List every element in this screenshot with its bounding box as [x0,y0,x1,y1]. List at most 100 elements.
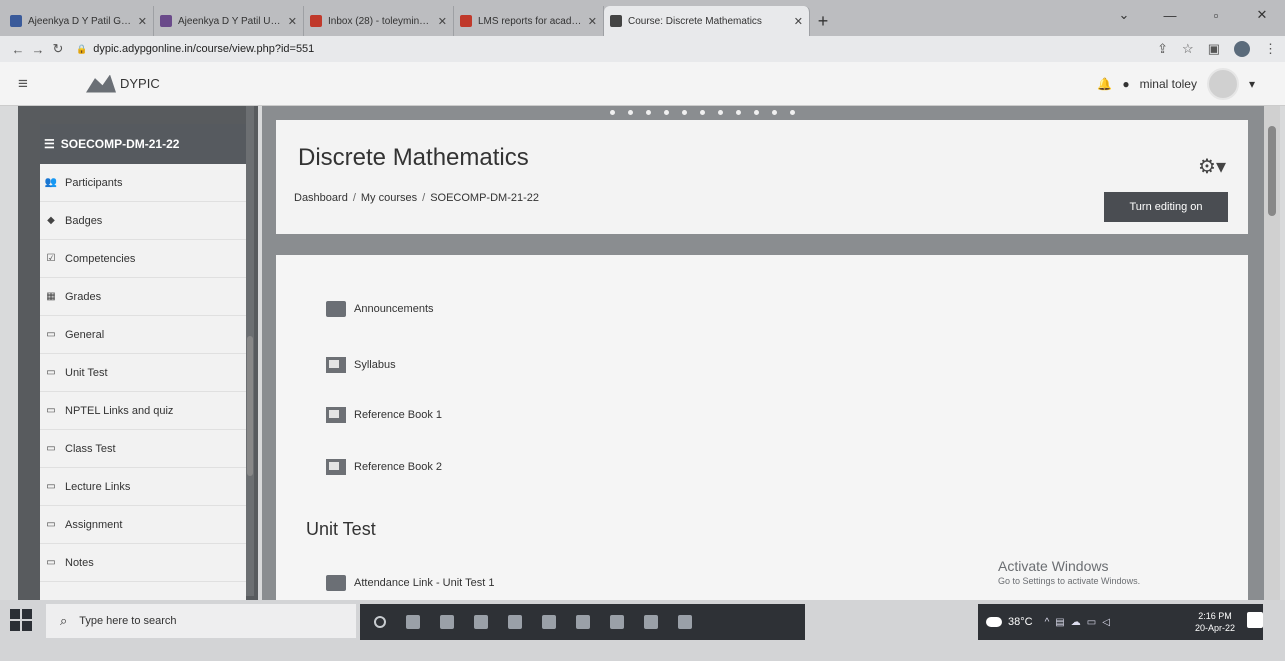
folder-icon: ▭ [46,367,56,378]
carousel-dots [610,110,795,115]
tab-favicon-icon [10,15,22,27]
folder-icon: ▭ [46,557,56,568]
breadcrumb: Dashboard / My courses / SOECOMP-DM-21-22 [294,192,539,204]
sidebar-item-badges[interactable]: ◆ Badges [40,202,246,240]
notification-center-icon[interactable] [1247,612,1263,628]
close-window-icon[interactable]: ✕ [1239,0,1285,30]
sidebar-item-assignment[interactable]: ▭ Assignment [40,506,246,544]
network-icon: ▤ [1055,616,1065,628]
sidebar-item-competencies[interactable]: ☑ Competencies [40,240,246,278]
store-icon[interactable] [508,615,522,629]
gear-icon[interactable]: ⚙▾ [1198,154,1226,179]
breadcrumb-dashboard[interactable]: Dashboard [294,192,348,204]
tray-icons[interactable]: ^ ▤ ☁ ▭ ◁ [1045,617,1110,628]
file-icon [326,459,346,475]
close-tab-icon[interactable]: ✕ [138,15,147,28]
attendance-icon [326,575,346,591]
edge-icon[interactable] [440,615,454,629]
course-content: Announcements Syllabus Reference Book 1 … [276,255,1248,600]
browser-tab[interactable]: Inbox (28) - toleyminal@gm✕ [304,6,454,36]
tab-favicon-icon [160,15,172,27]
site-logo[interactable]: DYPIC [86,74,160,93]
sidebar-item-unit-test[interactable]: ▭ Unit Test [40,354,246,392]
file-explorer-icon[interactable] [474,615,488,629]
scroll-thumb[interactable] [247,336,253,476]
back-icon[interactable]: ← [8,42,28,57]
forum-icon [326,301,346,317]
sidebar-item-notes[interactable]: ▭ Notes [40,544,246,582]
close-tab-icon[interactable]: ✕ [794,15,803,28]
sidebar-icon[interactable]: ▣ [1208,41,1220,57]
windows-start-icon[interactable] [10,609,32,631]
user-menu-caret-icon[interactable]: ▾ [1249,77,1255,91]
temperature[interactable]: 38°C [1008,616,1033,628]
drawer-course-link[interactable]: ☰ SOECOMP-DM-21-22 [40,124,246,164]
messages-icon[interactable]: ● [1122,77,1129,91]
gmail-icon [460,15,472,27]
minimize-icon[interactable]: — [1147,0,1193,30]
badge-icon: ◆ [47,215,55,226]
turn-editing-on-button[interactable]: Turn editing on [1104,192,1228,222]
sidebar-item-general[interactable]: ▭ General [40,316,246,354]
sidebar-item-nptel[interactable]: ▭ NPTEL Links and quiz [40,392,246,430]
cortana-icon[interactable] [374,616,386,628]
word-icon[interactable] [678,615,692,629]
activity-reference-book-1[interactable]: Reference Book 1 [326,407,442,423]
breadcrumb-my-courses[interactable]: My courses [361,192,417,204]
address-bar: ← → ↻ 🔒 dypic.adypgonline.in/course/view… [0,36,1285,62]
section-title: Unit Test [306,519,376,539]
moodle-favicon-icon [610,15,622,27]
taskbar-clock[interactable]: 2:16 PM 20-Apr-22 [1195,610,1235,634]
weather-icon[interactable] [986,617,1002,627]
activity-reference-book-2[interactable]: Reference Book 2 [326,459,442,475]
new-tab-button[interactable]: + [810,6,836,36]
close-tab-icon[interactable]: ✕ [588,15,597,28]
folder-icon: ▭ [46,329,56,340]
scroll-thumb[interactable] [1268,126,1276,216]
page-title: Discrete Mathematics [298,144,529,171]
activity-attendance[interactable]: Attendance Link - Unit Test 1 [326,575,494,591]
url-field[interactable]: dypic.adypgonline.in/course/view.php?id=… [93,43,314,55]
user-name[interactable]: minal toley [1140,77,1197,91]
chrome-icon[interactable] [576,615,590,629]
avatar[interactable] [1206,67,1239,100]
close-tab-icon[interactable]: ✕ [288,15,297,28]
browser-tab[interactable]: Ajeenkya D Y Patil University✕ [154,6,304,36]
profile-avatar-icon[interactable] [1234,41,1250,57]
chevron-up-icon: ^ [1044,616,1050,628]
page-header: Discrete Mathematics Dashboard / My course… [276,120,1248,234]
mail-icon[interactable] [542,615,556,629]
close-tab-icon[interactable]: ✕ [438,15,447,28]
taskbar-search[interactable]: ⌕ Type here to search [46,604,356,638]
reload-icon[interactable]: ↻ [48,41,68,57]
teams-icon[interactable] [644,615,658,629]
file-icon [326,357,346,373]
folder-icon: ▭ [46,443,56,454]
sidebar-item-class-test[interactable]: ▭ Class Test [40,430,246,468]
table-icon: ▦ [46,291,56,302]
gmail-icon [310,15,322,27]
maximize-icon[interactable]: ▫ [1193,0,1239,30]
forward-icon[interactable]: → [28,42,48,57]
drawer-scrollbar[interactable] [246,106,254,596]
browser-tab[interactable]: Ajeenkya D Y Patil Group ✕ [4,6,154,36]
browser-tab-active[interactable]: Course: Discrete Mathematics ✕ [604,6,810,36]
share-icon[interactable]: ⇪ [1157,41,1168,57]
browser-menu-icon[interactable]: ⋮ [1264,41,1277,57]
lock-icon[interactable]: 🔒 [76,44,87,55]
browser-tab[interactable]: LMS reports for academic ye✕ [454,6,604,36]
activity-syllabus[interactable]: Syllabus [326,357,396,373]
tab-search-icon[interactable]: ⌄ [1101,0,1147,30]
notification-bell-icon[interactable]: 🔔 [1097,77,1112,91]
app-icon[interactable] [610,615,624,629]
sidebar-item-participants[interactable]: 👥 Participants [40,164,246,202]
sidebar-item-lecture-links[interactable]: ▭ Lecture Links [40,468,246,506]
hamburger-menu-icon[interactable]: ≡ [0,74,46,94]
activity-announcements[interactable]: Announcements [326,301,434,317]
sidebar-item-grades[interactable]: ▦ Grades [40,278,246,316]
bookmark-star-icon[interactable]: ☆ [1182,41,1194,57]
task-view-icon[interactable] [406,615,420,629]
breadcrumb-course[interactable]: SOECOMP-DM-21-22 [430,192,539,204]
content-scrollbar[interactable] [1264,106,1280,600]
folder-icon: ▭ [46,405,56,416]
